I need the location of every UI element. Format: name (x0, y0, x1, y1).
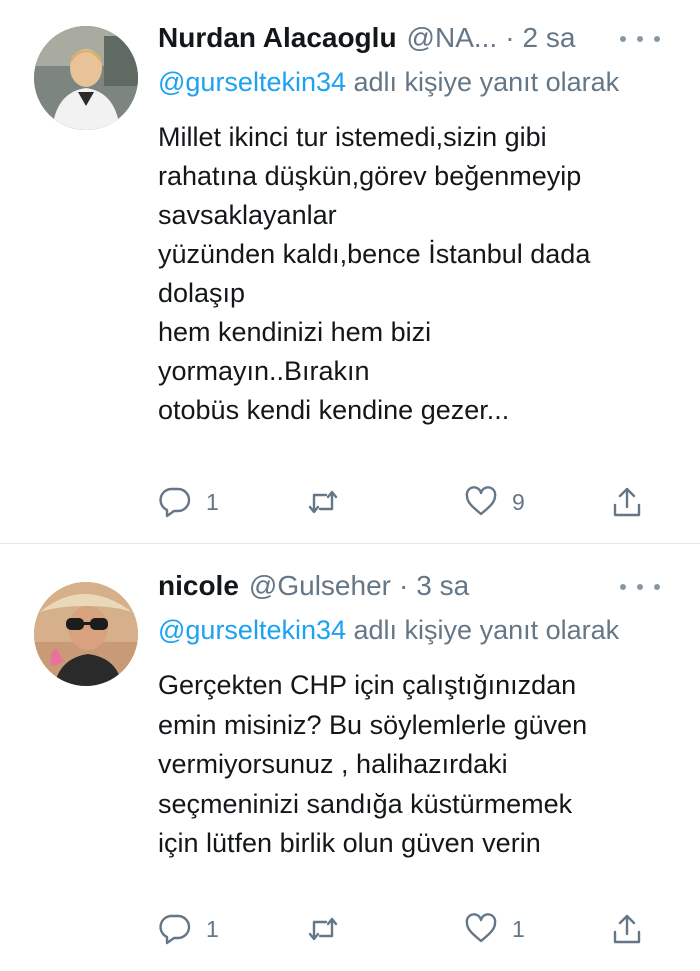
avatar[interactable] (34, 582, 138, 686)
like-button[interactable]: 1 (464, 912, 525, 946)
retweet-icon (308, 917, 338, 941)
share-icon (613, 487, 641, 517)
share-icon (613, 914, 641, 944)
author-name[interactable]: nicole (158, 566, 239, 606)
replying-to: @gurseltekin34 adlı kişiye yanıt olarak (158, 60, 660, 104)
share-button[interactable] (610, 485, 644, 519)
avatar[interactable] (34, 26, 138, 130)
retweet-button[interactable] (306, 912, 340, 946)
more-icon[interactable] (620, 24, 660, 54)
reply-mention-link[interactable]: @gurseltekin34 (158, 67, 346, 97)
replying-suffix: adlı kişiye yanıt olarak (346, 615, 620, 645)
share-button[interactable] (610, 912, 644, 946)
heart-icon (465, 913, 497, 943)
reply-button[interactable]: 1 (158, 912, 219, 946)
retweet-button[interactable] (306, 485, 340, 519)
tweet-text: Gerçekten CHP için çalıştığınızdan emin … (158, 670, 588, 858)
timestamp[interactable]: 2 sa (523, 18, 576, 58)
tweet[interactable]: nicole @Gulseher · 3 sa @gurseltekin34 a… (0, 543, 700, 971)
action-bar: 1 1 (158, 909, 658, 949)
more-icon[interactable] (620, 572, 660, 602)
author-name[interactable]: Nurdan Alacaoglu (158, 18, 397, 58)
reply-mention-link[interactable]: @gurseltekin34 (158, 615, 346, 645)
avatar-image (34, 26, 138, 130)
retweet-icon (308, 490, 338, 514)
tweet[interactable]: Nurdan Alacaoglu @NA... · 2 sa @gurselte… (0, 0, 700, 543)
author-handle[interactable]: @NA... (407, 18, 498, 58)
reply-count: 1 (206, 915, 219, 942)
replying-suffix: adlı kişiye yanıt olarak (346, 67, 620, 97)
replying-to: @gurseltekin34 adlı kişiye yanıt olarak (158, 608, 660, 652)
separator: · (398, 570, 409, 601)
reply-button[interactable]: 1 (158, 485, 219, 519)
like-count: 1 (512, 915, 525, 942)
avatar-image (34, 582, 138, 686)
action-bar: 1 9 (158, 482, 658, 522)
timestamp[interactable]: 3 sa (416, 566, 469, 606)
like-count: 9 (512, 488, 525, 515)
separator: · (505, 22, 515, 53)
reply-icon (159, 914, 191, 945)
reply-count: 1 (206, 488, 219, 515)
tweet-text: Millet ikinci tur istemedi,sizin gibi ra… (158, 122, 591, 425)
reply-icon (159, 487, 191, 518)
tweet-header: Nurdan Alacaoglu @NA... · 2 sa (158, 18, 660, 58)
tweet-header: nicole @Gulseher · 3 sa (158, 566, 660, 606)
heart-icon (465, 486, 497, 516)
like-button[interactable]: 9 (464, 485, 525, 519)
author-handle[interactable]: @Gulseher (249, 566, 391, 606)
